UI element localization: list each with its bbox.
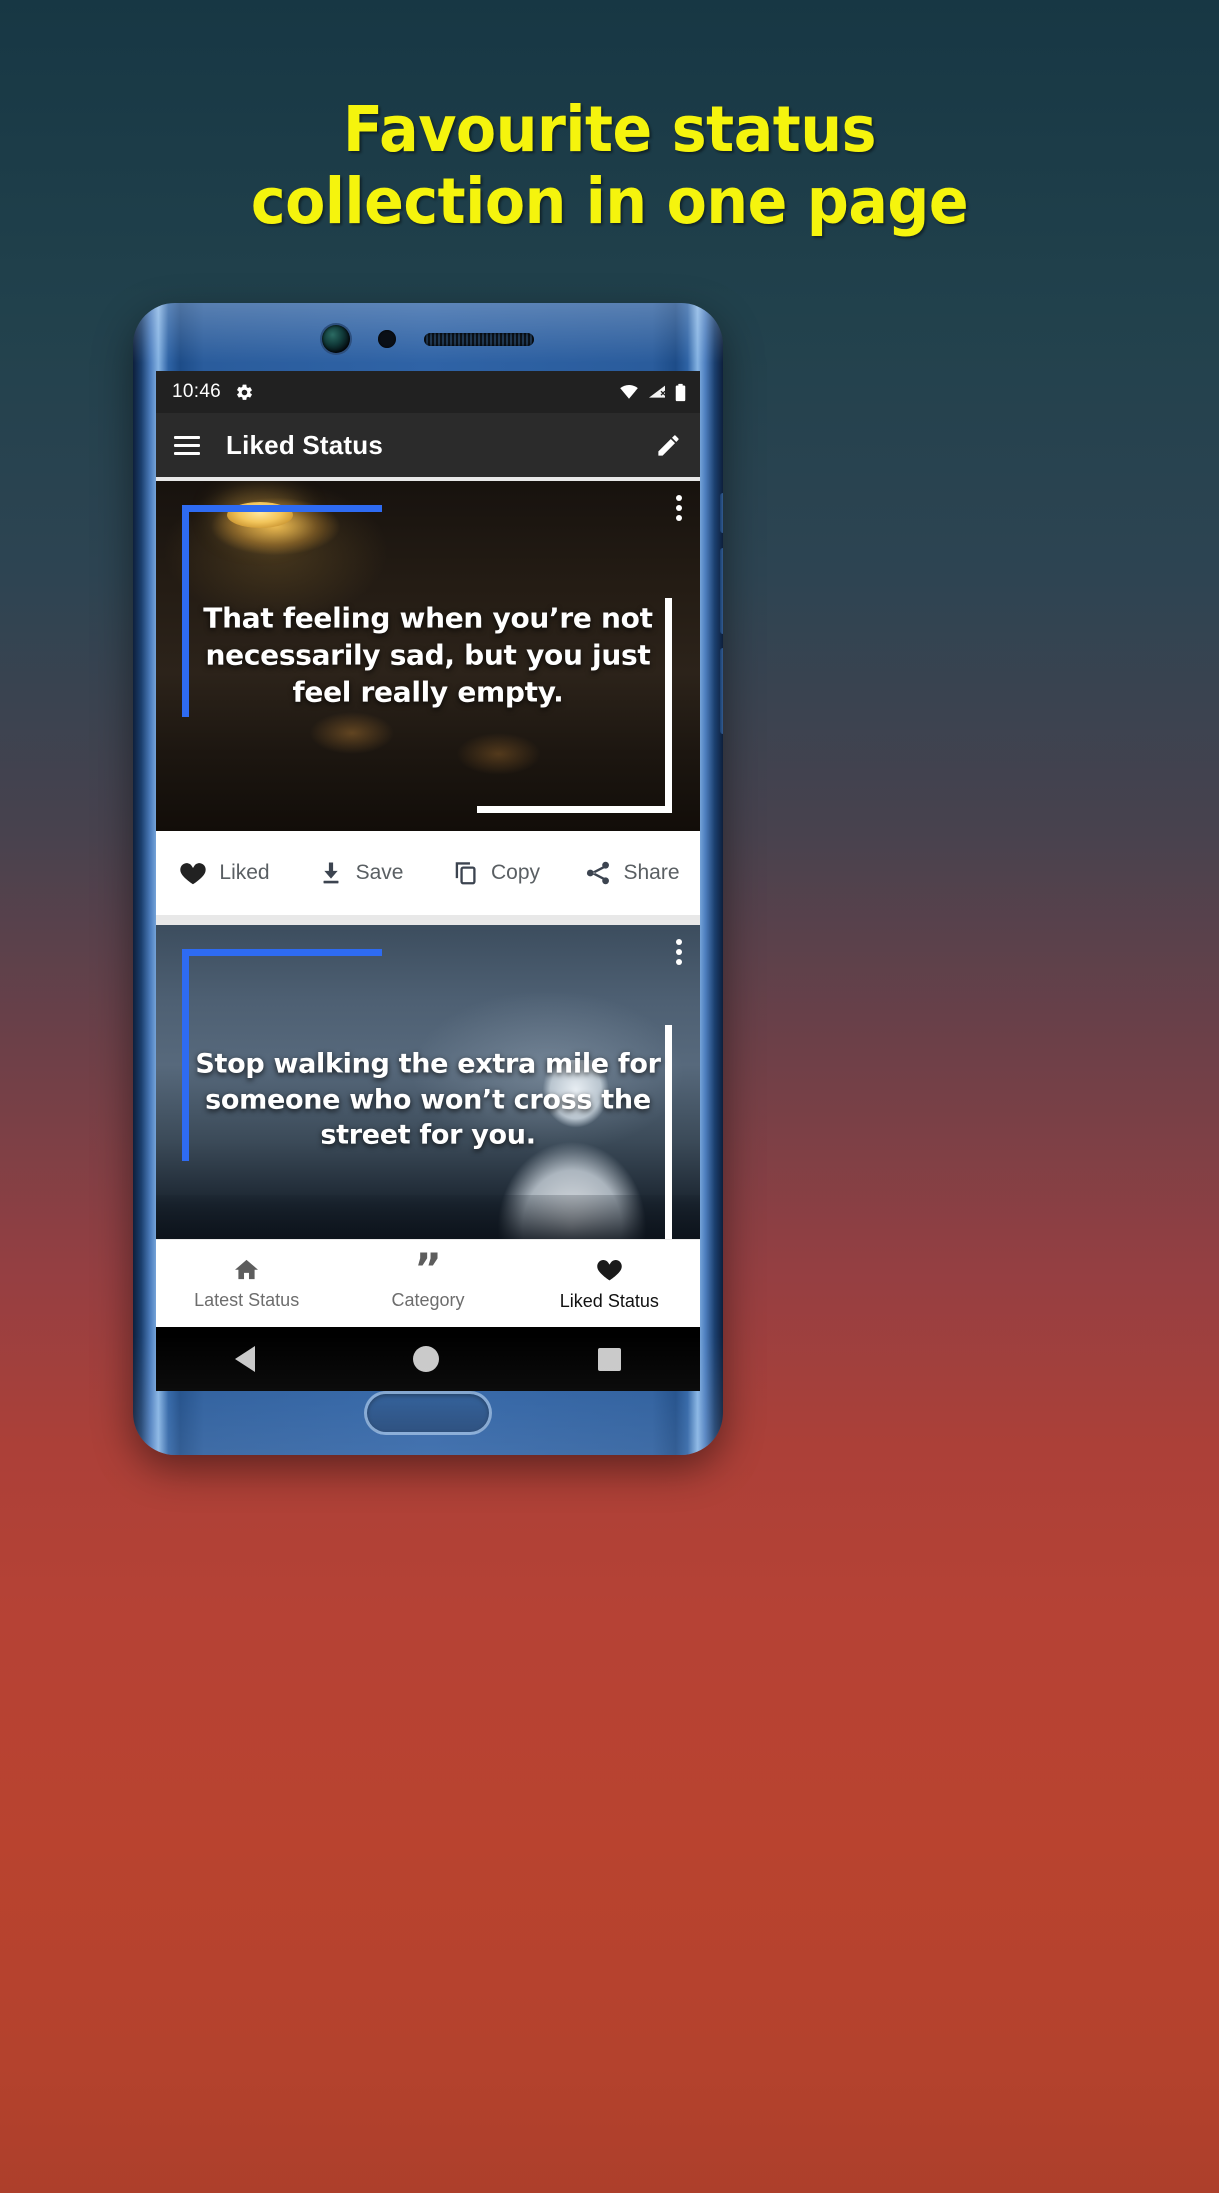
phone-side-button-volume-up [720, 548, 723, 634]
phone-screen: 10:46 Liked Status That feeling when you… [156, 371, 700, 1391]
signal-icon [647, 384, 667, 400]
physical-home-button[interactable] [364, 1391, 492, 1435]
home-circle-icon[interactable] [413, 1346, 440, 1372]
liked-button[interactable]: Liked [156, 858, 292, 888]
pencil-edit-icon[interactable] [655, 432, 682, 459]
gear-icon [235, 383, 254, 402]
quote-image: Stop walking the extra mile for someone … [156, 925, 700, 1239]
share-button-label: Share [623, 861, 680, 884]
quote-text: That feeling when you’re not necessarily… [203, 601, 653, 709]
status-bar-icons [619, 383, 686, 402]
kebab-menu-icon[interactable] [676, 495, 682, 521]
phone-side-button-power [720, 493, 723, 533]
share-icon [584, 859, 612, 887]
save-button[interactable]: Save [292, 859, 428, 887]
proximity-sensor-icon [378, 330, 396, 348]
recents-square-icon[interactable] [597, 1347, 621, 1371]
nav-item-liked-status[interactable]: Liked Status [519, 1255, 700, 1312]
android-status-bar: 10:46 [156, 371, 700, 413]
home-icon [233, 1256, 260, 1283]
nav-item-liked-status-label: Liked Status [559, 1291, 659, 1311]
status-card: Stop walking the extra mile for someone … [156, 925, 700, 1239]
quote-image: That feeling when you’re not necessarily… [156, 481, 700, 831]
card-action-bar: Liked Save Copy Share [156, 831, 700, 915]
page-title: Liked Status [226, 429, 383, 460]
phone-side-button-volume-down [720, 648, 723, 734]
battery-icon [675, 383, 686, 402]
wifi-icon [619, 384, 639, 400]
liked-button-label: Liked [219, 861, 270, 884]
back-icon[interactable] [235, 1346, 256, 1372]
save-button-label: Save [355, 861, 404, 884]
status-list[interactable]: That feeling when you’re not necessarily… [156, 477, 700, 1239]
hamburger-menu-icon[interactable] [174, 435, 200, 455]
copy-button-label: Copy [490, 861, 541, 884]
heart-filled-icon [178, 858, 208, 888]
app-bar: Liked Status [156, 413, 700, 477]
headline-line-1: Favourite status [343, 93, 876, 166]
download-icon [317, 859, 345, 887]
nav-item-category-label: Category [391, 1289, 465, 1310]
copy-icon [452, 859, 480, 887]
android-navigation-bar [156, 1327, 700, 1391]
nav-item-category[interactable]: ” Category [337, 1243, 518, 1311]
copy-button[interactable]: Copy [428, 859, 564, 887]
status-bar-time: 10:46 [172, 381, 222, 402]
headline-line-2: collection in one page [250, 165, 969, 239]
earpiece-speaker-icon [424, 332, 534, 346]
kebab-menu-icon[interactable] [676, 939, 682, 965]
bottom-navigation: Latest Status ” Category Liked Status [156, 1239, 700, 1327]
status-card: That feeling when you’re not necessarily… [156, 481, 700, 915]
phone-top-bezel [133, 303, 723, 375]
nav-item-latest-status-label: Latest Status [194, 1290, 300, 1310]
phone-mockup: 10:46 Liked Status That feeling when you… [133, 303, 723, 1455]
promo-headline: Favourite status collection in one page [43, 93, 1177, 239]
heart-filled-icon [595, 1255, 624, 1284]
nav-item-latest-status[interactable]: Latest Status [156, 1256, 337, 1311]
phone-body: 10:46 Liked Status That feeling when you… [133, 303, 723, 1455]
front-camera-icon [322, 325, 350, 353]
share-button[interactable]: Share [564, 859, 700, 887]
quote-icon: ” [414, 1243, 442, 1293]
quote-text: Stop walking the extra mile for someone … [195, 1048, 661, 1151]
